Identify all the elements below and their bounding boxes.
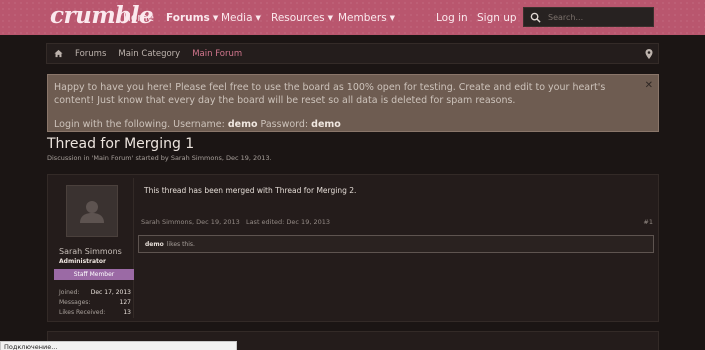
- post: Sarah Simmons Administrator Staff Member…: [47, 174, 659, 322]
- post-number[interactable]: #1: [643, 218, 653, 226]
- user-stats: Joined: Dec 17, 2013 Messages: 127 Likes…: [59, 289, 131, 319]
- likes-user[interactable]: demo: [145, 241, 164, 248]
- user-icon: [80, 201, 104, 223]
- search-icon: [530, 12, 541, 23]
- avatar[interactable]: [66, 185, 118, 237]
- map-pin-icon[interactable]: [645, 49, 653, 59]
- nav-resources-label: Resources: [271, 11, 325, 24]
- post-message: This thread has been merged with Thread …: [144, 186, 357, 195]
- stat-label: Likes Received:: [59, 309, 106, 316]
- nav-home[interactable]: Home: [123, 0, 154, 35]
- notice-login-prefix: Login with the following. Username:: [54, 119, 225, 130]
- nav-media-label: Media: [221, 11, 253, 24]
- nav-forums[interactable]: Forums ▼: [166, 0, 218, 35]
- breadcrumb: Forums Main Category Main Forum: [46, 43, 659, 64]
- notice-username: demo: [227, 119, 258, 130]
- signup-label: Sign up: [477, 11, 517, 24]
- stat-value: 13: [123, 309, 131, 316]
- post-user-role: Administrator: [59, 258, 106, 265]
- likes-text: likes this.: [166, 240, 195, 248]
- search-box[interactable]: [523, 7, 654, 27]
- stat-value: Dec 17, 2013: [90, 289, 131, 296]
- home-icon[interactable]: [54, 49, 63, 58]
- nav-forums-label: Forums: [166, 11, 210, 24]
- browser-status-bar: Подключение...: [0, 341, 237, 350]
- login-label: Log in: [436, 11, 468, 24]
- notice-password-prefix: Password:: [260, 119, 309, 130]
- post-meta[interactable]: Sarah Simmons, Dec 19, 2013 Last edited:…: [141, 218, 330, 226]
- notice-login-line: Login with the following. Username: demo…: [54, 118, 638, 131]
- signup-link[interactable]: Sign up: [477, 0, 517, 35]
- breadcrumb-forums[interactable]: Forums: [75, 49, 106, 59]
- breadcrumb-main-category[interactable]: Main Category: [118, 49, 180, 59]
- chevron-down-icon: ▼: [212, 13, 219, 22]
- chevron-down-icon: ▼: [389, 13, 396, 22]
- thread-subtitle: Discussion in 'Main Forum' started by Sa…: [47, 154, 272, 162]
- nav-home-label: Home: [123, 11, 155, 24]
- notice-text: Happy to have you here! Please feel free…: [54, 82, 606, 106]
- stat-likes: Likes Received: 13: [59, 309, 131, 319]
- stat-value[interactable]: 127: [120, 299, 131, 309]
- user-info-panel: Sarah Simmons Administrator Staff Member…: [51, 178, 134, 318]
- chevron-down-icon: ▼: [327, 13, 334, 22]
- notice-password: demo: [311, 119, 341, 130]
- stat-label: Messages:: [59, 299, 91, 306]
- breadcrumb-main-forum[interactable]: Main Forum: [192, 49, 242, 59]
- login-link[interactable]: Log in: [436, 0, 468, 35]
- chevron-down-icon: ▼: [255, 13, 261, 22]
- stat-joined: Joined: Dec 17, 2013: [59, 289, 131, 299]
- nav-members[interactable]: Members ▼: [338, 0, 395, 35]
- nav-members-label: Members: [338, 11, 387, 24]
- staff-badge: Staff Member: [54, 269, 134, 280]
- top-navigation-bar: crumble Home Forums ▼ Media ▼ Resources …: [0, 0, 705, 35]
- search-input[interactable]: [548, 12, 648, 22]
- nav-media[interactable]: Media ▼: [221, 0, 261, 35]
- likes-summary: demo likes this.: [138, 235, 654, 253]
- thread-title: Thread for Merging 1: [47, 136, 195, 152]
- notice-banner: ✕ Happy to have you here! Please feel fr…: [47, 74, 659, 132]
- stat-label: Joined:: [59, 289, 80, 296]
- close-icon[interactable]: ✕: [645, 79, 653, 92]
- post-username[interactable]: Sarah Simmons: [59, 247, 122, 256]
- nav-resources[interactable]: Resources ▼: [271, 0, 333, 35]
- stat-messages: Messages: 127: [59, 299, 131, 309]
